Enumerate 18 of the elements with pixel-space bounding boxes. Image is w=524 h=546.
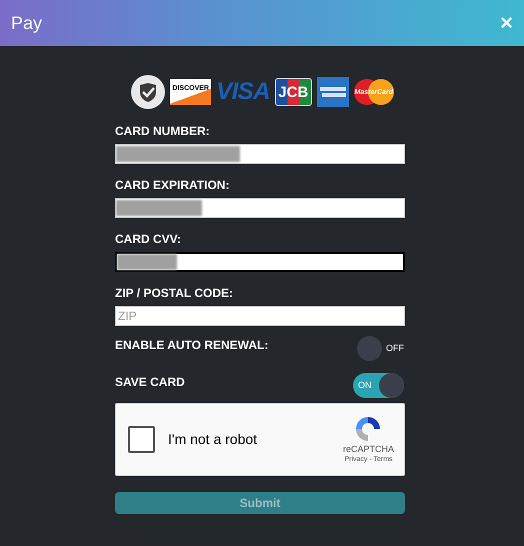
toggle-switch[interactable]: OFF [353,336,404,361]
redacted-value [117,254,178,270]
field-label: CARD CVV: [115,232,182,247]
toggle-label: ENABLE AUTO RENEWAL: [115,338,268,353]
window-title: Pay [11,12,42,35]
input-field[interactable] [115,252,405,272]
captcha-checkbox[interactable] [128,426,155,453]
close-button[interactable]: × [500,12,513,34]
recaptcha-brand: reCAPTCHA [342,444,394,455]
shield-check-icon [131,75,166,109]
field-label: ZIP / POSTAL CODE: [115,286,234,301]
field-label: CARD NUMBER: [115,124,211,139]
visa-logo: VISA [216,79,270,105]
toggle-switch[interactable]: ON [353,373,404,398]
amex-logo [316,77,349,107]
toggle-label: SAVE CARD [115,375,185,390]
captcha-label: I'm not a robot [168,430,258,449]
field-label: CARD EXPIRATION: [115,178,230,193]
